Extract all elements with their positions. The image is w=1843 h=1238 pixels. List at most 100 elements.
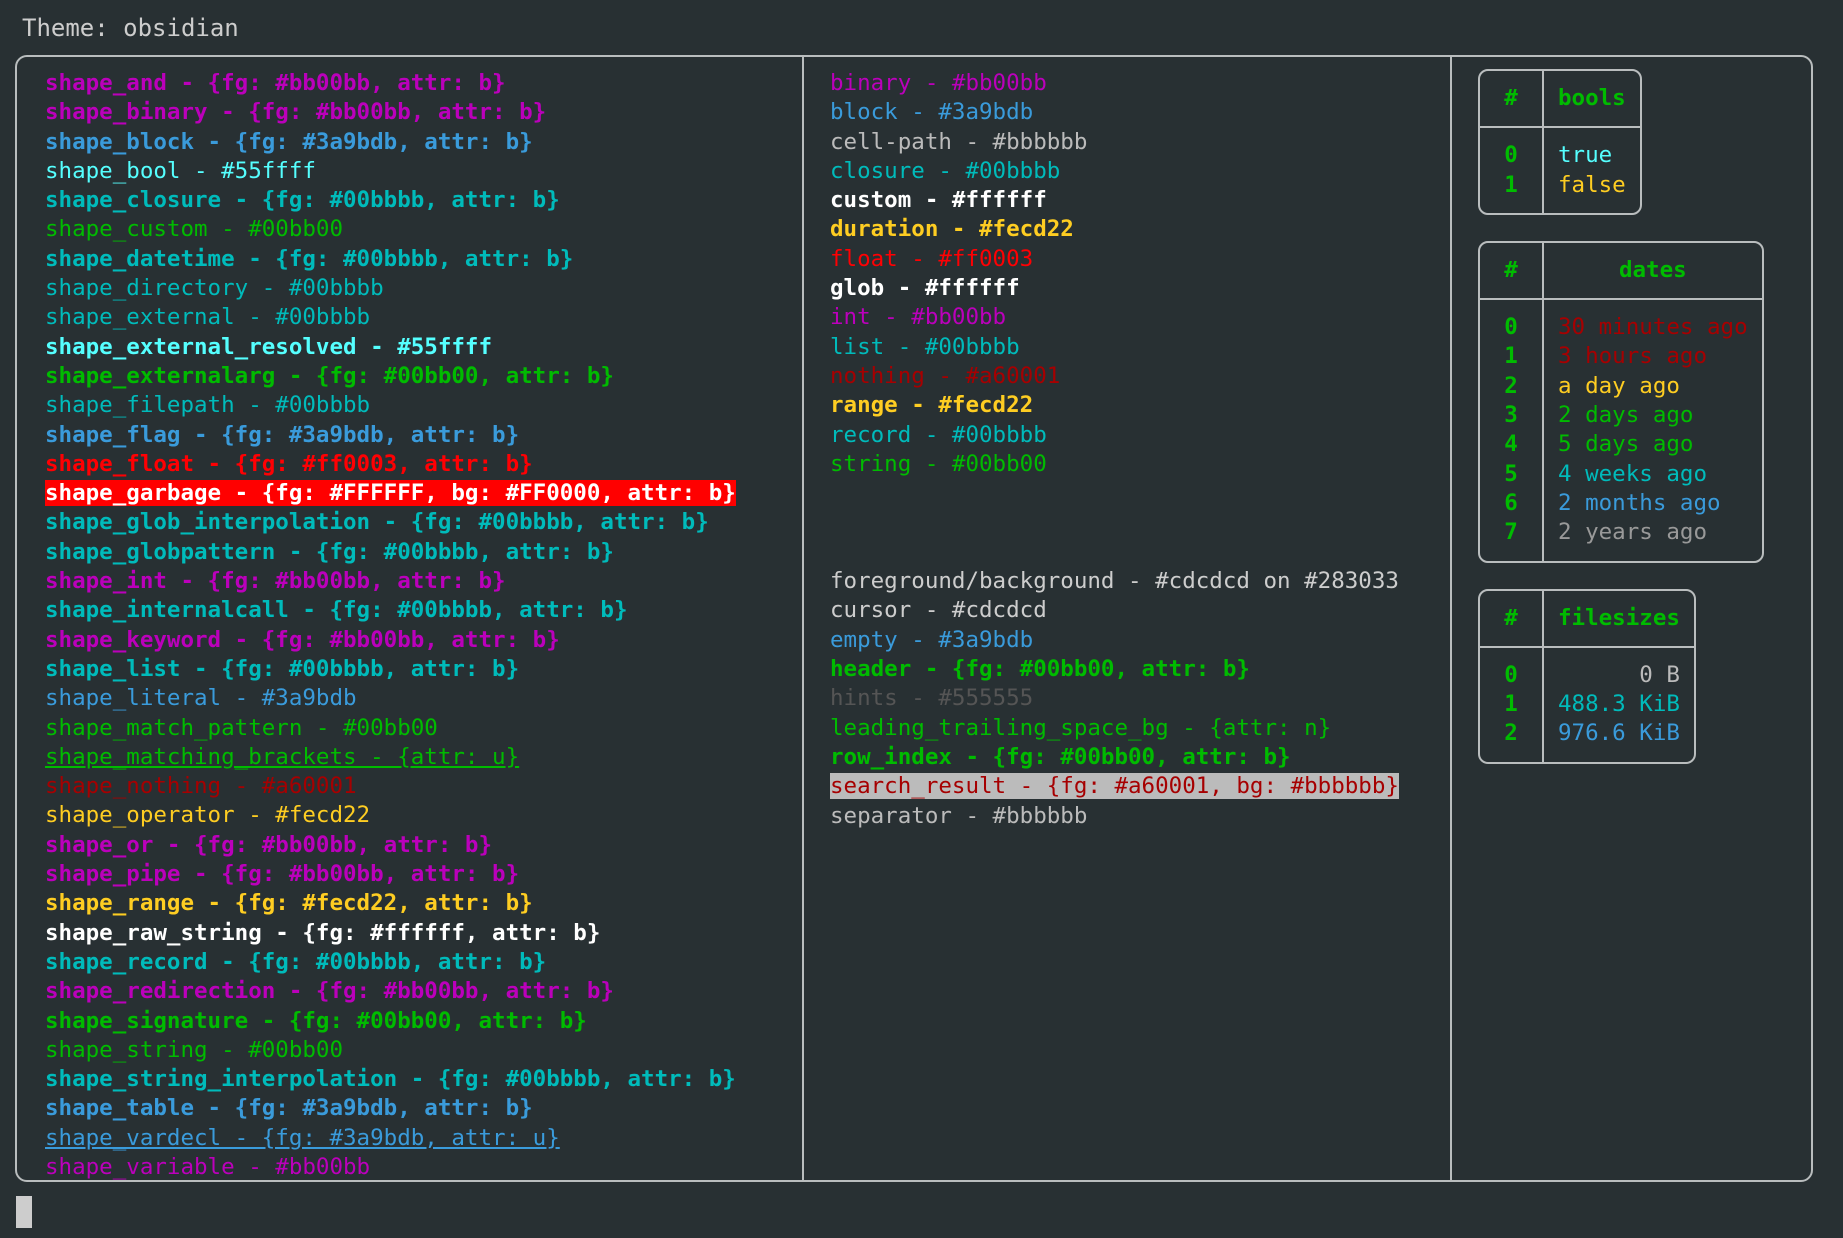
shape-line: shape_external_resolved - #55ffff [45,333,802,362]
type-entry: list - #00bbbb [830,333,1020,360]
row-value-cell: 0 B [1639,661,1680,688]
type-line: int - #bb00bb [830,303,1450,332]
type-entry: record - #00bbbb [830,421,1047,448]
shape-entry: shape_internalcall - {fg: #00bbbb, attr:… [45,597,628,624]
row-value-cell: a day ago [1558,372,1680,399]
ui-element-line: cursor - #cdcdcd [830,596,1450,625]
type-entry: custom - #ffffff [830,187,1047,214]
type-entry: range - #fecd22 [830,392,1034,419]
ui-element-entry: cursor - #cdcdcd [830,597,1047,624]
row-value-cell: 4 weeks ago [1558,460,1708,487]
type-line: record - #00bbbb [830,421,1450,450]
shape-line: shape_float - {fg: #ff0003, attr: b} [45,450,802,479]
ui-element-line: foreground/background - #cdcdcd on #2830… [830,567,1450,596]
row-value-cell: 488.3 KiB [1558,691,1680,718]
type-line: duration - #fecd22 [830,215,1450,244]
type-entry: string - #00bb00 [830,450,1047,477]
row-index-cell: 6 [1480,488,1544,519]
row-value-cell: 2 days ago [1558,402,1694,429]
column-header-index: # [1480,71,1544,129]
table-row: 2 976.6 KiB [1480,719,1694,762]
shape-line: shape_variable - #bb00bb [45,1153,802,1180]
filesizes-table: # filesizes 0 0 B 1 488.3 KiB 2 976.6 KiB [1478,588,1696,764]
shape-line: shape_and - {fg: #bb00bb, attr: b} [45,69,802,98]
shape-entry: shape_external_resolved - #55ffff [45,333,493,360]
row-index-cell: 0 [1480,128,1544,171]
ui-element-line: leading_trailing_space_bg - {attr: n} [830,714,1450,743]
shape-entry: shape_block - {fg: #3a9bdb, attr: b} [45,128,533,155]
shape-line: shape_externalarg - {fg: #00bb00, attr: … [45,362,802,391]
shape-line: shape_block - {fg: #3a9bdb, attr: b} [45,128,802,157]
row-index-cell: 3 [1480,401,1544,431]
table-row: 2 a day ago [1480,371,1762,402]
type-entry: int - #bb00bb [830,304,1007,331]
table-row: 3 2 days ago [1480,401,1762,431]
shape-entry: shape_custom - #00bb00 [45,216,344,243]
row-index-cell: 7 [1480,518,1544,561]
row-index-cell: 1 [1480,342,1544,372]
shape-entry: shape_raw_string - {fg: #ffffff, attr: b… [45,919,601,946]
shape-entry: shape_or - {fg: #bb00bb, attr: b} [45,831,493,858]
shape-line: shape_raw_string - {fg: #ffffff, attr: b… [45,919,802,948]
shape-line: shape_garbage - {fg: #FFFFFF, bg: #FF000… [45,479,802,508]
shape-entry: shape_binary - {fg: #bb00bb, attr: b} [45,99,547,126]
tables-column: # bools 0 true 1 false # dates 0 30 minutes ago 1… [1450,57,1811,1180]
shape-entry: shape_vardecl - {fg: #3a9bdb, attr: u} [45,1124,560,1151]
row-value-cell: 976.6 KiB [1558,720,1680,747]
shape-line: shape_record - {fg: #00bbbb, attr: b} [45,948,802,977]
shape-entry: shape_matching_brackets - {attr: u} [45,743,520,770]
shapes-column: shape_and - {fg: #bb00bb, attr: b} shape_… [17,57,802,1180]
row-index-cell: 0 [1480,300,1544,343]
dates-header-row: # dates [1480,242,1762,301]
table-row: 4 5 days ago [1480,430,1762,460]
shape-entry: shape_datetime - {fg: #00bbbb, attr: b} [45,245,574,272]
shape-entry: shape_match_pattern - #00bb00 [45,714,438,741]
shape-line: shape_table - {fg: #3a9bdb, attr: b} [45,1094,802,1123]
shape-entry: shape_redirection - {fg: #bb00bb, attr: … [45,978,614,1005]
shape-line: shape_range - {fg: #fecd22, attr: b} [45,889,802,918]
shape-entry: shape_externalarg - {fg: #00bb00, attr: … [45,362,614,389]
shape-entry: shape_operator - #fecd22 [45,802,371,829]
type-entry: nothing - #a60001 [830,362,1061,389]
type-entry: cell-path - #bbbbbb [830,128,1088,155]
type-line: range - #fecd22 [830,391,1450,420]
theme-preview-panel: shape_and - {fg: #bb00bb, attr: b} shape_… [15,55,1813,1182]
row-value-cell: 3 hours ago [1558,343,1708,370]
shape-line: shape_bool - #55ffff [45,157,802,186]
shape-line: shape_vardecl - {fg: #3a9bdb, attr: u} [45,1124,802,1153]
bools-table: # bools 0 true 1 false [1478,69,1642,215]
shape-line: shape_nothing - #a60001 [45,772,802,801]
ui-elements-list: foreground/background - #cdcdcd on #2830… [830,567,1450,831]
column-header-value: filesizes [1544,591,1694,648]
row-value-cell: 5 days ago [1558,431,1694,458]
shape-entry: shape_pipe - {fg: #bb00bb, attr: b} [45,861,520,888]
type-line: cell-path - #bbbbbb [830,128,1450,157]
shape-entry: shape_keyword - {fg: #bb00bb, attr: b} [45,626,560,653]
shape-line: shape_glob_interpolation - {fg: #00bbbb,… [45,508,802,537]
shape-line: shape_flag - {fg: #3a9bdb, attr: b} [45,421,802,450]
shape-entry: shape_filepath - #00bbbb [45,392,371,419]
shape-line: shape_operator - #fecd22 [45,801,802,830]
shape-entry: shape_list - {fg: #00bbbb, attr: b} [45,655,520,682]
shape-line: shape_match_pattern - #00bb00 [45,714,802,743]
ui-element-entry: empty - #3a9bdb [830,626,1034,653]
row-value-cell: 30 minutes ago [1558,314,1748,341]
terminal-screen: Theme: obsidian shape_and - {fg: #bb00bb… [0,0,1843,1238]
shape-entry: shape_external - #00bbbb [45,304,371,331]
shape-entry: shape_record - {fg: #00bbbb, attr: b} [45,948,547,975]
type-entry: float - #ff0003 [830,245,1034,272]
shape-line: shape_string - #00bb00 [45,1036,802,1065]
shape-entry: shape_closure - {fg: #00bbbb, attr: b} [45,187,560,214]
filesizes-header-row: # filesizes [1480,590,1694,648]
column-spacer [830,479,1450,567]
table-row: 0 30 minutes ago [1480,300,1762,343]
shape-entry: shape_bool - #55ffff [45,157,316,184]
type-line: custom - #ffffff [830,186,1450,215]
shape-line: shape_datetime - {fg: #00bbbb, attr: b} [45,245,802,274]
shape-entry: shape_globpattern - {fg: #00bbbb, attr: … [45,538,614,565]
types-list: binary - #bb00bb block - #3a9bdb cell-path… [830,69,1450,479]
bools-header-row: # bools [1480,71,1640,129]
ui-element-line: separator - #bbbbbb [830,802,1450,831]
ui-element-entry: header - {fg: #00bb00, attr: b} [830,656,1250,683]
shape-entry: shape_directory - #00bbbb [45,275,384,302]
